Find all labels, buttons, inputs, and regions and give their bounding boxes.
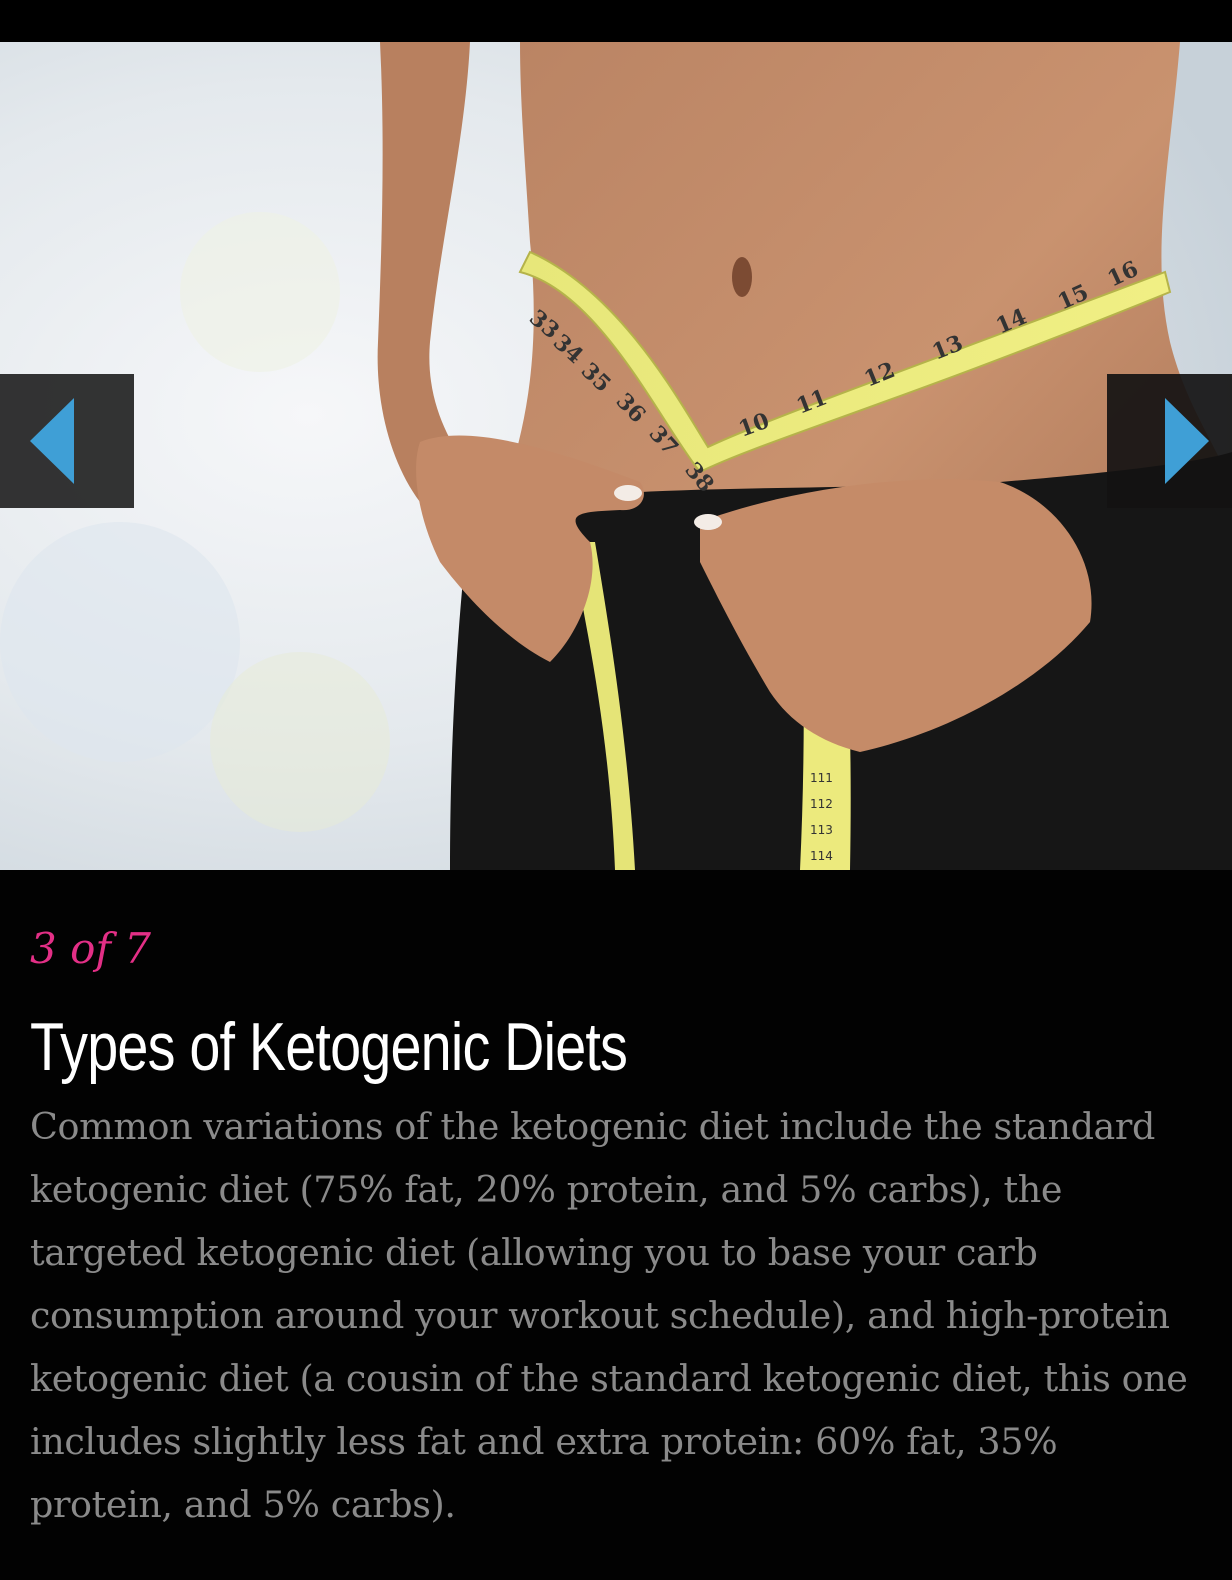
tape-number: 112 xyxy=(810,797,833,811)
next-slide-button[interactable] xyxy=(1107,374,1232,508)
slide-caption: 3 of 7 Types of Ketogenic Diets Common v… xyxy=(0,870,1232,1580)
tape-number: 111 xyxy=(810,771,833,785)
triangle-right-icon xyxy=(1165,398,1209,484)
previous-slide-button[interactable] xyxy=(0,374,134,508)
slide-title: Types of Ketogenic Diets xyxy=(30,1009,628,1085)
tape-number: 113 xyxy=(810,823,833,837)
tape-number: 114 xyxy=(810,849,833,863)
slide-description: Common variations of the ketogenic diet … xyxy=(30,1105,1188,1526)
triangle-left-icon xyxy=(30,398,74,484)
top-bar xyxy=(0,0,1232,42)
slide-image: 33 34 35 36 37 38 10 11 12 13 14 15 16 1… xyxy=(0,42,1232,870)
slide-counter: 3 of 7 xyxy=(30,924,151,973)
